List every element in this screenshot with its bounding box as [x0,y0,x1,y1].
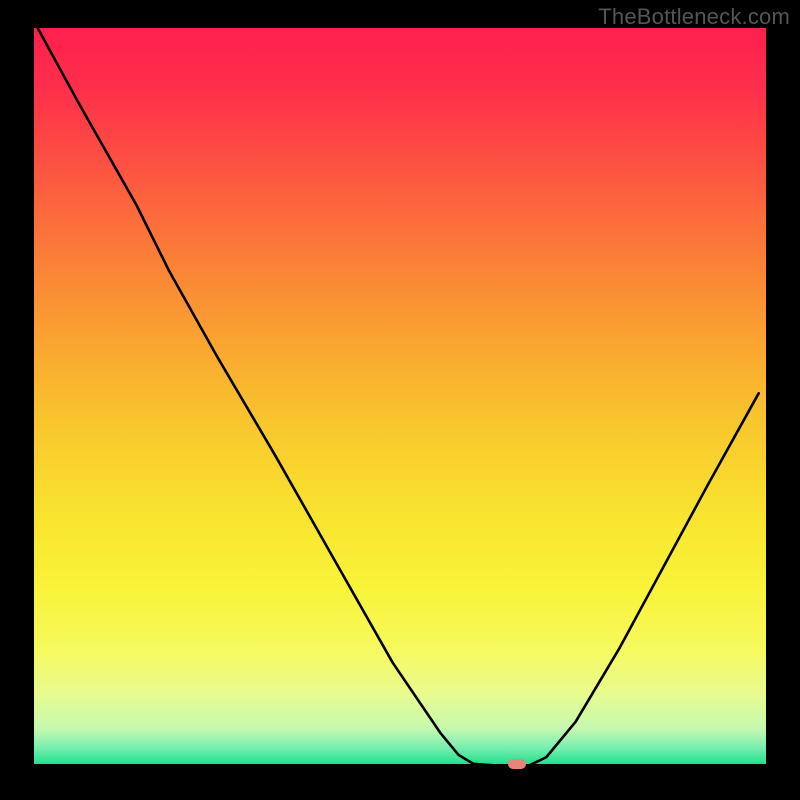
chart-frame: TheBottleneck.com [0,0,800,800]
chart-svg [34,28,766,766]
gradient-background [34,28,766,766]
plot-area [34,28,766,766]
watermark-text: TheBottleneck.com [598,4,790,30]
optimal-marker [508,759,526,769]
